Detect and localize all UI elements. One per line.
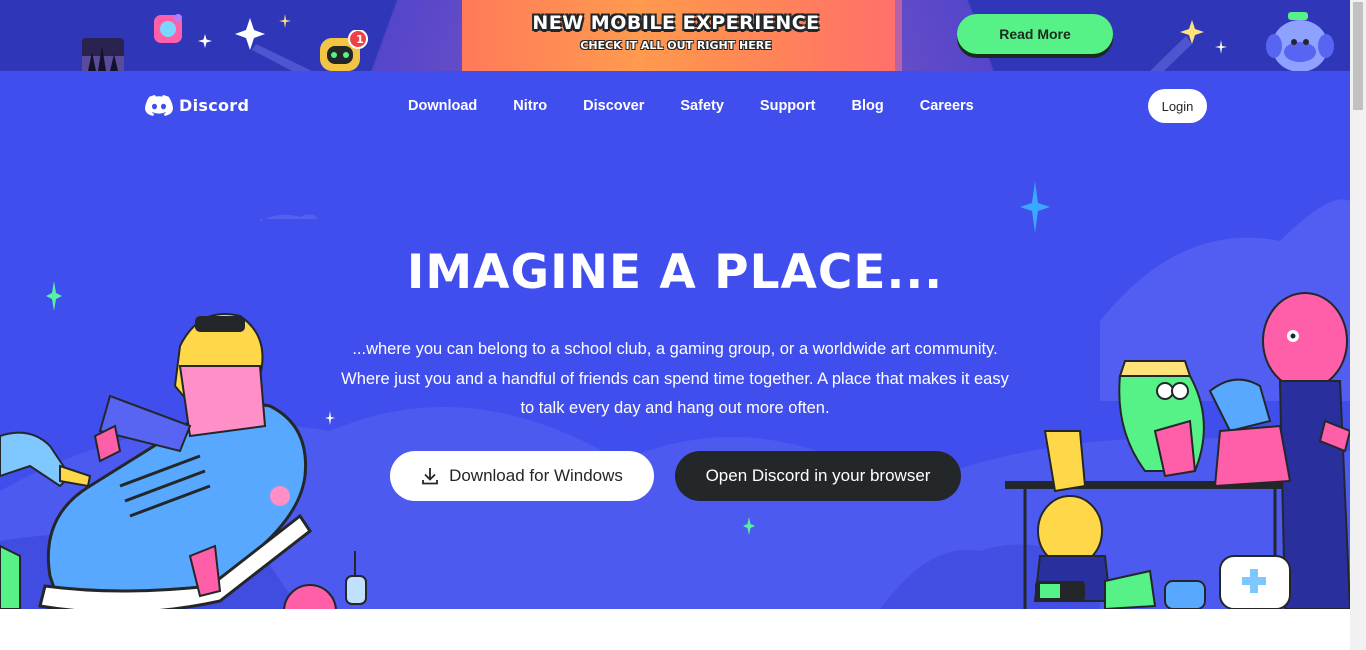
nav-safety[interactable]: Safety: [662, 98, 742, 114]
main-nav: Download Nitro Discover Safety Support B…: [390, 98, 992, 114]
discord-logo-icon: [145, 95, 173, 116]
nav-careers[interactable]: Careers: [902, 98, 992, 114]
open-in-browser-button[interactable]: Open Discord in your browser: [675, 451, 961, 501]
hero-description-line: to talk every day and hang out more ofte…: [520, 399, 830, 417]
photo-thumbnail-icon: [82, 38, 124, 71]
notification-count: 1: [356, 33, 364, 46]
hero-description: ...where you can belong to a school club…: [315, 335, 1035, 424]
app-icon: [154, 14, 182, 43]
promo-burst: [462, 0, 902, 71]
nav-blog[interactable]: Blog: [834, 98, 902, 114]
nav-support[interactable]: Support: [742, 98, 834, 114]
sparkle-icon: [279, 14, 291, 28]
wumpus-character-icon: [1266, 12, 1334, 71]
sparkle-icon: [198, 34, 212, 48]
download-windows-label: Download for Windows: [449, 466, 623, 485]
read-more-button[interactable]: Read More: [957, 14, 1113, 54]
login-button[interactable]: Login: [1148, 89, 1207, 123]
shooting-star-icon: [1150, 20, 1204, 71]
nav-download[interactable]: Download: [390, 98, 495, 114]
page-scrollbar[interactable]: [1350, 0, 1366, 650]
nav-nitro[interactable]: Nitro: [495, 98, 565, 114]
hero-section: Discord Download Nitro Discover Safety S…: [0, 71, 1350, 609]
hero-description-line: ...where you can belong to a school club…: [352, 340, 998, 358]
shooting-star-icon: [235, 18, 312, 71]
scrollbar-thumb[interactable]: [1353, 2, 1363, 110]
download-windows-button[interactable]: Download for Windows: [390, 451, 654, 501]
sparkle-icon: [743, 517, 755, 535]
nav-discover[interactable]: Discover: [565, 98, 662, 114]
promo-subtitle: CHECK IT ALL OUT RIGHT HERE: [580, 39, 772, 52]
promo-title: NEW MOBILE EXPERIENCE: [532, 12, 820, 34]
hero-headline: IMAGINE A PLACE...: [406, 245, 944, 300]
logo-text: Discord: [179, 96, 250, 115]
table-characters-illustration: [1005, 292, 1350, 609]
download-icon: [422, 468, 438, 485]
sparkle-icon: [1020, 181, 1050, 233]
discord-logo[interactable]: Discord: [145, 95, 249, 116]
hero-description-line: Where just you and a handful of friends …: [341, 369, 1009, 388]
promo-banner: 1 NEW MOBILE EXPERIENCE CHECK IT ALL OUT…: [0, 0, 1350, 71]
sparkle-icon: [1215, 40, 1227, 54]
